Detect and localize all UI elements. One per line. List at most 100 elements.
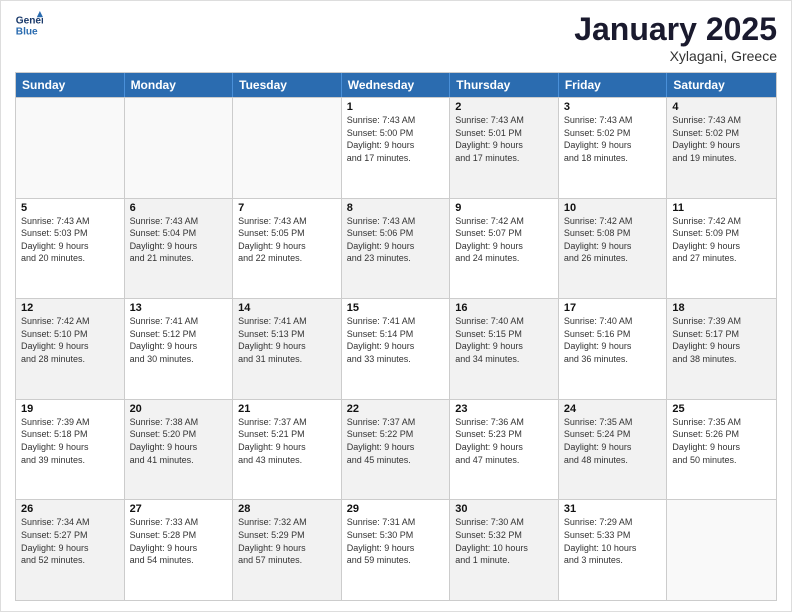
- day-cell-27: 27Sunrise: 7:33 AM Sunset: 5:28 PM Dayli…: [125, 500, 234, 600]
- day-number: 4: [672, 101, 771, 113]
- calendar-header-row: SundayMondayTuesdayWednesdayThursdayFrid…: [16, 73, 776, 97]
- calendar-body: 1Sunrise: 7:43 AM Sunset: 5:00 PM Daylig…: [16, 97, 776, 600]
- day-cell-26: 26Sunrise: 7:34 AM Sunset: 5:27 PM Dayli…: [16, 500, 125, 600]
- week-row-1: 1Sunrise: 7:43 AM Sunset: 5:00 PM Daylig…: [16, 97, 776, 198]
- day-cell-3: 3Sunrise: 7:43 AM Sunset: 5:02 PM Daylig…: [559, 98, 668, 198]
- day-cell-14: 14Sunrise: 7:41 AM Sunset: 5:13 PM Dayli…: [233, 299, 342, 399]
- day-info: Sunrise: 7:42 AM Sunset: 5:09 PM Dayligh…: [672, 215, 771, 265]
- week-row-4: 19Sunrise: 7:39 AM Sunset: 5:18 PM Dayli…: [16, 399, 776, 500]
- day-number: 24: [564, 403, 662, 415]
- day-number: 16: [455, 302, 553, 314]
- day-info: Sunrise: 7:43 AM Sunset: 5:02 PM Dayligh…: [564, 114, 662, 164]
- day-cell-18: 18Sunrise: 7:39 AM Sunset: 5:17 PM Dayli…: [667, 299, 776, 399]
- day-info: Sunrise: 7:42 AM Sunset: 5:10 PM Dayligh…: [21, 315, 119, 365]
- day-number: 15: [347, 302, 445, 314]
- day-info: Sunrise: 7:30 AM Sunset: 5:32 PM Dayligh…: [455, 516, 553, 566]
- day-info: Sunrise: 7:41 AM Sunset: 5:14 PM Dayligh…: [347, 315, 445, 365]
- day-number: 1: [347, 101, 445, 113]
- day-cell-17: 17Sunrise: 7:40 AM Sunset: 5:16 PM Dayli…: [559, 299, 668, 399]
- day-info: Sunrise: 7:43 AM Sunset: 5:00 PM Dayligh…: [347, 114, 445, 164]
- day-number: 7: [238, 202, 336, 214]
- logo-icon: General Blue: [15, 11, 43, 39]
- day-info: Sunrise: 7:39 AM Sunset: 5:18 PM Dayligh…: [21, 416, 119, 466]
- day-info: Sunrise: 7:35 AM Sunset: 5:24 PM Dayligh…: [564, 416, 662, 466]
- day-number: 13: [130, 302, 228, 314]
- day-header-friday: Friday: [559, 73, 668, 97]
- day-number: 20: [130, 403, 228, 415]
- day-number: 10: [564, 202, 662, 214]
- day-cell-2: 2Sunrise: 7:43 AM Sunset: 5:01 PM Daylig…: [450, 98, 559, 198]
- day-info: Sunrise: 7:43 AM Sunset: 5:04 PM Dayligh…: [130, 215, 228, 265]
- day-cell-9: 9Sunrise: 7:42 AM Sunset: 5:07 PM Daylig…: [450, 199, 559, 299]
- title-block: January 2025 Xylagani, Greece: [574, 11, 777, 64]
- day-cell-8: 8Sunrise: 7:43 AM Sunset: 5:06 PM Daylig…: [342, 199, 451, 299]
- day-number: 8: [347, 202, 445, 214]
- day-header-tuesday: Tuesday: [233, 73, 342, 97]
- day-cell-empty: [125, 98, 234, 198]
- logo: General Blue: [15, 11, 43, 39]
- day-number: 18: [672, 302, 771, 314]
- day-number: 23: [455, 403, 553, 415]
- day-cell-25: 25Sunrise: 7:35 AM Sunset: 5:26 PM Dayli…: [667, 400, 776, 500]
- day-info: Sunrise: 7:33 AM Sunset: 5:28 PM Dayligh…: [130, 516, 228, 566]
- day-number: 30: [455, 503, 553, 515]
- day-number: 27: [130, 503, 228, 515]
- day-cell-empty: [667, 500, 776, 600]
- week-row-3: 12Sunrise: 7:42 AM Sunset: 5:10 PM Dayli…: [16, 298, 776, 399]
- day-header-sunday: Sunday: [16, 73, 125, 97]
- day-info: Sunrise: 7:40 AM Sunset: 5:15 PM Dayligh…: [455, 315, 553, 365]
- day-info: Sunrise: 7:37 AM Sunset: 5:22 PM Dayligh…: [347, 416, 445, 466]
- day-number: 9: [455, 202, 553, 214]
- month-title: January 2025: [574, 11, 777, 48]
- day-info: Sunrise: 7:40 AM Sunset: 5:16 PM Dayligh…: [564, 315, 662, 365]
- week-row-2: 5Sunrise: 7:43 AM Sunset: 5:03 PM Daylig…: [16, 198, 776, 299]
- header: General Blue January 2025 Xylagani, Gree…: [15, 11, 777, 64]
- day-header-wednesday: Wednesday: [342, 73, 451, 97]
- day-cell-29: 29Sunrise: 7:31 AM Sunset: 5:30 PM Dayli…: [342, 500, 451, 600]
- day-number: 12: [21, 302, 119, 314]
- day-cell-23: 23Sunrise: 7:36 AM Sunset: 5:23 PM Dayli…: [450, 400, 559, 500]
- day-cell-empty: [233, 98, 342, 198]
- day-cell-6: 6Sunrise: 7:43 AM Sunset: 5:04 PM Daylig…: [125, 199, 234, 299]
- day-info: Sunrise: 7:35 AM Sunset: 5:26 PM Dayligh…: [672, 416, 771, 466]
- day-cell-19: 19Sunrise: 7:39 AM Sunset: 5:18 PM Dayli…: [16, 400, 125, 500]
- day-header-monday: Monday: [125, 73, 234, 97]
- day-info: Sunrise: 7:43 AM Sunset: 5:02 PM Dayligh…: [672, 114, 771, 164]
- day-cell-1: 1Sunrise: 7:43 AM Sunset: 5:00 PM Daylig…: [342, 98, 451, 198]
- page: General Blue January 2025 Xylagani, Gree…: [0, 0, 792, 612]
- day-number: 14: [238, 302, 336, 314]
- day-info: Sunrise: 7:43 AM Sunset: 5:05 PM Dayligh…: [238, 215, 336, 265]
- day-number: 28: [238, 503, 336, 515]
- day-cell-30: 30Sunrise: 7:30 AM Sunset: 5:32 PM Dayli…: [450, 500, 559, 600]
- day-number: 6: [130, 202, 228, 214]
- day-number: 21: [238, 403, 336, 415]
- day-cell-empty: [16, 98, 125, 198]
- day-cell-10: 10Sunrise: 7:42 AM Sunset: 5:08 PM Dayli…: [559, 199, 668, 299]
- day-cell-13: 13Sunrise: 7:41 AM Sunset: 5:12 PM Dayli…: [125, 299, 234, 399]
- subtitle: Xylagani, Greece: [574, 48, 777, 64]
- day-info: Sunrise: 7:34 AM Sunset: 5:27 PM Dayligh…: [21, 516, 119, 566]
- day-cell-15: 15Sunrise: 7:41 AM Sunset: 5:14 PM Dayli…: [342, 299, 451, 399]
- day-cell-12: 12Sunrise: 7:42 AM Sunset: 5:10 PM Dayli…: [16, 299, 125, 399]
- day-cell-20: 20Sunrise: 7:38 AM Sunset: 5:20 PM Dayli…: [125, 400, 234, 500]
- day-number: 26: [21, 503, 119, 515]
- day-number: 19: [21, 403, 119, 415]
- day-info: Sunrise: 7:41 AM Sunset: 5:13 PM Dayligh…: [238, 315, 336, 365]
- day-number: 22: [347, 403, 445, 415]
- svg-text:Blue: Blue: [16, 26, 38, 37]
- day-cell-22: 22Sunrise: 7:37 AM Sunset: 5:22 PM Dayli…: [342, 400, 451, 500]
- day-cell-4: 4Sunrise: 7:43 AM Sunset: 5:02 PM Daylig…: [667, 98, 776, 198]
- day-cell-11: 11Sunrise: 7:42 AM Sunset: 5:09 PM Dayli…: [667, 199, 776, 299]
- day-cell-16: 16Sunrise: 7:40 AM Sunset: 5:15 PM Dayli…: [450, 299, 559, 399]
- day-info: Sunrise: 7:42 AM Sunset: 5:07 PM Dayligh…: [455, 215, 553, 265]
- day-info: Sunrise: 7:31 AM Sunset: 5:30 PM Dayligh…: [347, 516, 445, 566]
- day-number: 3: [564, 101, 662, 113]
- day-cell-28: 28Sunrise: 7:32 AM Sunset: 5:29 PM Dayli…: [233, 500, 342, 600]
- day-cell-24: 24Sunrise: 7:35 AM Sunset: 5:24 PM Dayli…: [559, 400, 668, 500]
- day-number: 11: [672, 202, 771, 214]
- day-info: Sunrise: 7:36 AM Sunset: 5:23 PM Dayligh…: [455, 416, 553, 466]
- day-info: Sunrise: 7:41 AM Sunset: 5:12 PM Dayligh…: [130, 315, 228, 365]
- day-number: 29: [347, 503, 445, 515]
- day-number: 2: [455, 101, 553, 113]
- day-info: Sunrise: 7:38 AM Sunset: 5:20 PM Dayligh…: [130, 416, 228, 466]
